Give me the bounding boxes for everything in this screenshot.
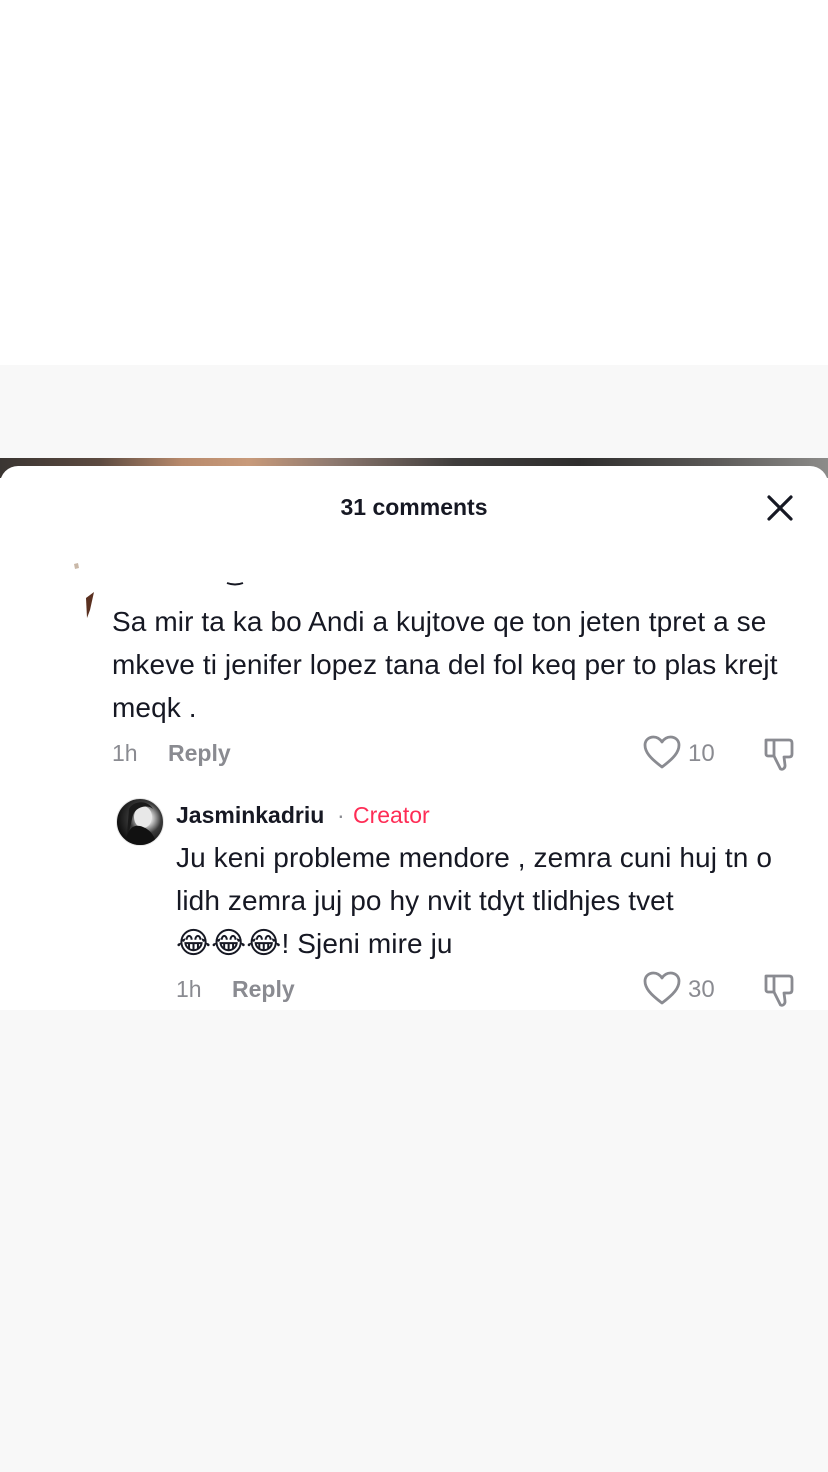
avatar[interactable] bbox=[116, 798, 164, 846]
like-button[interactable] bbox=[642, 734, 682, 770]
dislike-button[interactable] bbox=[762, 734, 800, 772]
like-button[interactable] bbox=[642, 970, 682, 1006]
like-count: 30 bbox=[688, 976, 715, 1003]
separator-dot: · bbox=[337, 802, 345, 828]
reply-time: 1h bbox=[176, 976, 202, 1002]
username-cut-off bbox=[205, 574, 255, 586]
close-button[interactable] bbox=[760, 488, 800, 528]
comment-time: 1h bbox=[112, 740, 138, 766]
mid-blank-area bbox=[0, 365, 828, 460]
thumbs-down-icon bbox=[764, 974, 794, 1007]
reply-button[interactable]: Reply bbox=[168, 740, 231, 767]
comment-text: Sa mir ta ka bo Andi a kujtove qe ton je… bbox=[112, 606, 778, 723]
heart-outline-icon bbox=[643, 971, 681, 1005]
bottom-blank-area bbox=[0, 1010, 828, 1472]
dislike-button[interactable] bbox=[762, 970, 800, 1008]
heart-outline-icon bbox=[643, 735, 681, 769]
reply-text-tail: ! Sjeni mire ju bbox=[281, 928, 453, 959]
laughing-emoji: 😂😂😂 bbox=[176, 926, 282, 961]
comments-header: 31 comments bbox=[0, 466, 828, 548]
comments-sheet: 31 comments Sa mir ta ka bo Andi a kujto… bbox=[0, 466, 828, 1010]
like-count: 10 bbox=[688, 740, 715, 767]
reply-button[interactable]: Reply bbox=[232, 976, 295, 1003]
top-blank-area bbox=[0, 0, 828, 365]
thumbs-down-icon bbox=[764, 738, 794, 771]
reply-text-main: Ju keni probleme mendore , zemra cuni hu… bbox=[176, 842, 773, 916]
creator-badge: Creator bbox=[353, 802, 430, 828]
page: 31 comments Sa mir ta ka bo Andi a kujto… bbox=[0, 0, 828, 1472]
comments-count: 31 comments bbox=[340, 494, 488, 520]
close-icon bbox=[767, 495, 793, 521]
reply-text: Ju keni probleme mendore , zemra cuni hu… bbox=[176, 836, 806, 965]
reply-username[interactable]: Jasminkadriu bbox=[176, 802, 324, 829]
avatar[interactable] bbox=[70, 562, 100, 622]
